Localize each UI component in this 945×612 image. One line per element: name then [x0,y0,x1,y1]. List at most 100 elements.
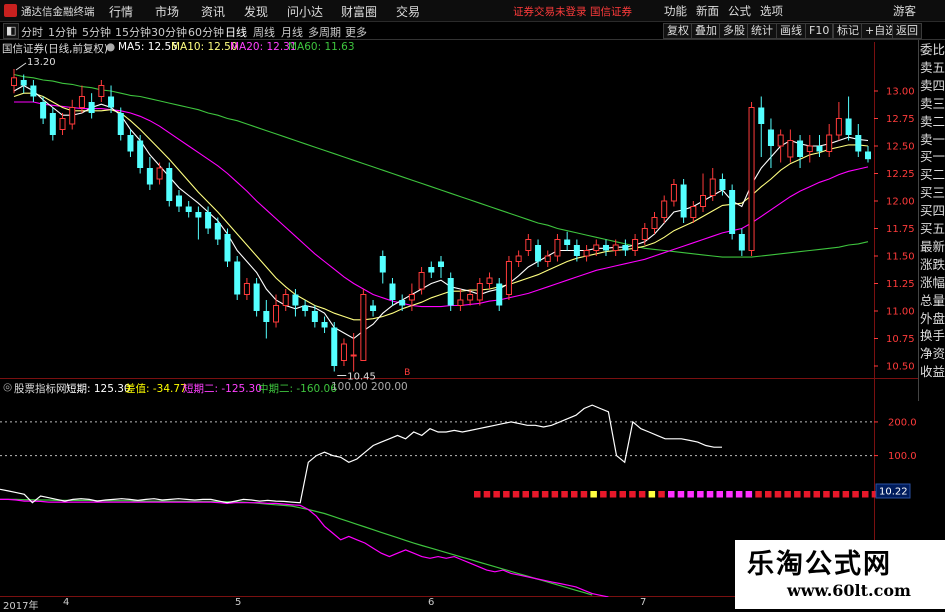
side-panel-item[interactable]: 买一 [920,150,945,164]
candle-body-down [428,267,435,273]
candle-body-up [350,354,357,357]
candle-body-up [593,244,600,251]
date-axis: 2017年 4 5 6 7 [0,597,735,612]
candle-body-down [729,190,736,234]
signal-square [571,491,578,498]
candle-body-up [544,255,551,262]
candle-body-down [127,135,134,152]
side-panel-item[interactable]: 换手 [920,329,945,343]
candle-body-down [224,234,231,262]
candle-body-down [680,184,687,218]
indicator-short: 短期: 125.30 [66,383,131,395]
kline-chart[interactable]: 13.00 12.75 12.50 12.25 12.00 11.75 11.50 11.25… [0,0,918,597]
price-tick-label: 12.75 [886,114,915,125]
side-panel-item[interactable]: 买二 [920,168,945,182]
candle-body-down [311,311,318,322]
candle-body-up [340,343,347,361]
candle-body-up [408,294,415,301]
candle-body-up [360,294,367,361]
candle-body-up [835,118,842,136]
candle-body-down [573,245,580,256]
candle-body-down [146,168,153,185]
signal-square [522,491,529,498]
candle-body-down [622,245,629,251]
candle-body-down [496,283,503,306]
side-panel-item[interactable]: 卖二 [920,114,945,129]
signal-square [493,491,500,498]
candle-body-up [59,118,66,130]
price-tick-label: 12.25 [886,169,915,180]
buy-signal-marker: B [404,368,410,378]
signal-square [784,491,791,498]
candle-body-up [467,294,474,301]
signal-square [638,491,646,498]
signal-square [765,491,772,498]
signal-square [706,491,714,498]
ma10-line [13,92,869,321]
signal-square [561,491,568,498]
signal-square [648,491,656,498]
signal-square [600,491,607,498]
candle-body-up [476,283,483,301]
candle-body-down [447,278,454,306]
side-panel-item[interactable]: 卖三 [920,96,945,111]
indicator-level-200: 200.00 [371,381,408,393]
signal-square [862,491,869,498]
watermark-title: 乐淘公式网 [747,549,892,580]
side-panel-item[interactable]: 涨幅 [920,275,945,290]
side-panel-item[interactable]: 买五 [920,222,945,236]
signal-square [503,491,510,498]
candle-body-down [137,140,144,168]
candle-body-up [554,239,561,257]
side-panel-item[interactable]: 最新 [920,239,945,254]
signal-square [852,491,859,498]
candle-body-up [690,206,697,218]
candle-body-down [767,129,774,146]
side-panel-item[interactable]: 净资 [920,347,945,361]
side-panel-item[interactable]: 总量 [920,293,945,308]
side-panel-item[interactable]: 卖一 [920,132,945,147]
side-panel-item[interactable]: 委比 [920,43,945,57]
indicator-mid2-line [0,498,593,596]
side-panel-item[interactable]: 外盘 [920,311,945,326]
signal-square [677,491,685,498]
candle-body-up [612,244,619,251]
date-label: 7 [640,597,647,608]
candle-body-down [437,261,445,267]
price-tick-label: 10.50 [886,362,915,373]
signal-square [551,491,559,498]
indicator-settings-icon[interactable]: ◎ [3,381,12,393]
current-value-label: 10.22 [879,487,908,498]
price-tick-label: 10.75 [886,334,915,345]
candle-body-up [515,255,522,262]
side-panel-item[interactable]: 卖四 [920,78,945,93]
signal-square [735,491,743,498]
candle-body-down [816,146,823,152]
signal-square [813,491,820,498]
candle-body-up [748,107,755,251]
indicator-name: 股票指标网 [14,383,67,395]
candle-body-up [806,145,813,152]
side-panel-item[interactable]: 买四 [920,204,945,218]
signal-square [726,491,733,498]
side-panel-item[interactable]: 涨跌 [920,257,945,272]
candle-body-down [185,206,192,212]
candle-body-down [379,256,386,273]
high-marker-arrow [15,62,27,71]
price-tick-label: 11.00 [886,307,915,318]
candle-body-down [321,322,328,328]
candle-body-down [40,102,47,119]
candle-body-down [20,80,27,86]
candle-body-down [166,168,173,201]
indicator-short2-line [0,498,609,597]
signal-square [842,491,850,498]
indicator-diff: 差值: -34.77 [125,383,187,395]
candle-body-up [273,305,280,323]
side-panel-item[interactable]: 卖五 [920,60,945,75]
watermark: 乐淘公式网 www.60lt.com [735,540,945,609]
indicator-short2: 短期二: -125.30 [183,383,262,395]
side-panel-item[interactable]: 收益 [920,365,945,379]
candle-body-up [525,239,532,251]
side-panel-item[interactable]: 买三 [920,186,945,200]
signal-square [794,491,801,498]
